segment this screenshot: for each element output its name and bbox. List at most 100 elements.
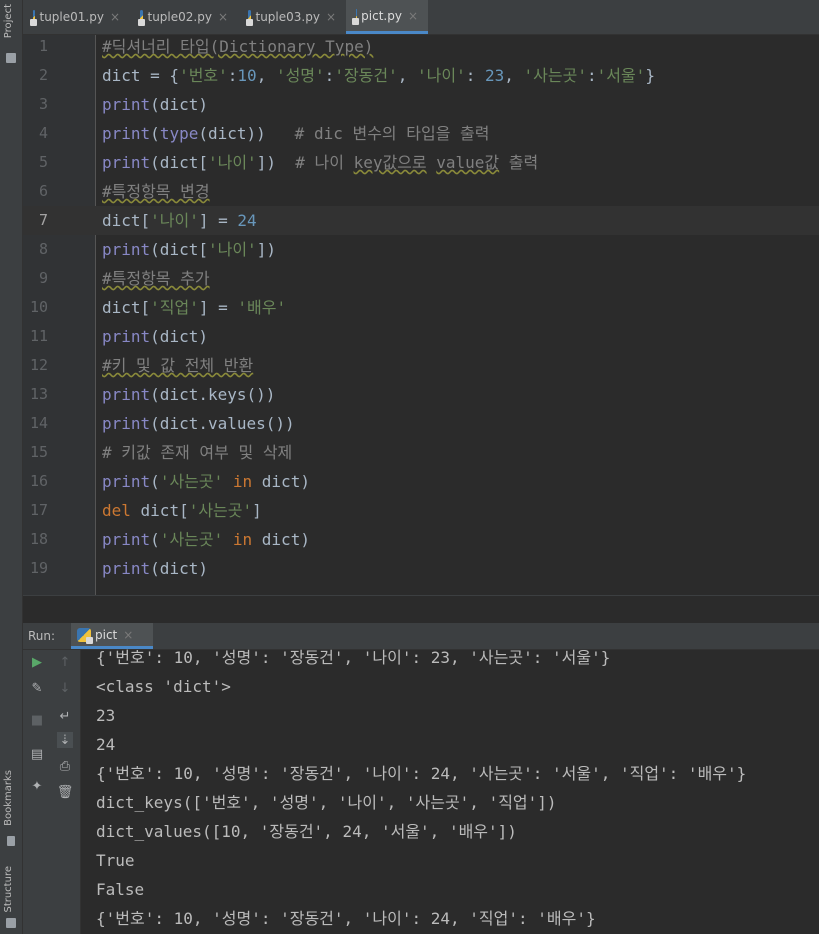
line-number: 17 [29, 501, 48, 519]
output-line: {'번호': 10, '성명': '장동건', '나이': 23, '사는곳':… [96, 648, 611, 667]
scroll-to-end-icon[interactable]: ⇣ [57, 732, 73, 748]
code-line[interactable]: 6 #특정항목 변경 [23, 177, 819, 206]
trash-icon[interactable]: 🗑 [57, 784, 74, 800]
soft-wrap-icon[interactable]: ↵ [57, 708, 73, 724]
stop-icon[interactable]: ■ [29, 712, 45, 728]
line-number: 3 [38, 95, 48, 113]
tab-pict[interactable]: pict.py × [346, 0, 428, 34]
code-text: print(dict) [102, 327, 208, 346]
run-console-output[interactable]: {'번호': 10, '성명': '장동건', '나이': 23, '사는곳':… [81, 648, 819, 934]
editor-run-divider[interactable] [23, 595, 819, 624]
run-label: Run: [28, 629, 56, 643]
output-line: dict_values([10, '장동건', 24, '서울', '배우']) [96, 822, 517, 841]
line-number: 19 [29, 559, 48, 577]
arrow-down-icon[interactable]: ↓ [57, 680, 73, 696]
code-line[interactable]: 19 print(dict) [23, 554, 819, 583]
code-text: print(dict.values()) [102, 414, 295, 433]
code-text: print(dict['나이']) # 나이 key값으로 value값 출력 [102, 153, 539, 172]
tab-tuple01[interactable]: tuple01.py × [23, 0, 130, 34]
code-line[interactable]: 12 #키 및 값 전체 반환 [23, 351, 819, 380]
wrench-icon[interactable]: ✎ [29, 680, 45, 696]
line-number: 4 [38, 124, 48, 142]
code-text: dict['직업'] = '배우' [102, 298, 287, 317]
code-line[interactable]: 4 print(type(dict)) # dic 변수의 타입을 출력 [23, 119, 819, 148]
close-icon[interactable]: × [326, 10, 336, 24]
print-icon[interactable]: ⎙ [57, 758, 73, 774]
code-line[interactable]: 16 print('사는곳' in dict) [23, 467, 819, 496]
folder-icon[interactable] [6, 53, 16, 63]
output-line: dict_keys(['번호', '성명', '나이', '사는곳', '직업'… [96, 793, 557, 812]
code-line[interactable]: 1 #딕셔너리 타입(Dictionary Type) [23, 32, 819, 61]
output-line: 23 [96, 706, 116, 725]
structure-tool-window-button[interactable]: Structure [3, 866, 14, 913]
line-number: 9 [38, 269, 48, 287]
tab-label: tuple02.py [147, 10, 212, 24]
rerun-icon[interactable]: ▶ [29, 654, 45, 670]
tab-tuple02[interactable]: tuple02.py × [130, 0, 238, 34]
code-text: #키 및 값 전체 반환 [102, 356, 254, 375]
code-line[interactable]: 2 dict = {'번호':10, '성명':'장동건', '나이': 23, … [23, 61, 819, 90]
bookmarks-tool-window-button[interactable]: Bookmarks [3, 770, 14, 826]
code-line[interactable]: 13 print(dict.keys()) [23, 380, 819, 409]
code-line[interactable]: 14 print(dict.values()) [23, 409, 819, 438]
output-line: {'번호': 10, '성명': '장동건', '나이': 24, '사는곳':… [96, 764, 747, 783]
line-number: 5 [38, 153, 48, 171]
code-line[interactable]: 3 print(dict) [23, 90, 819, 119]
code-text: print(dict) [102, 95, 208, 114]
code-text: dict = {'번호':10, '성명':'장동건', '나이': 23, '… [102, 66, 655, 85]
code-text: print(dict) [102, 559, 208, 578]
code-line[interactable]: 15 # 키값 존재 여부 및 삭제 [23, 438, 819, 467]
line-number: 8 [38, 240, 48, 258]
pin-icon[interactable]: ✦ [29, 778, 45, 794]
code-text: print(dict.keys()) [102, 385, 276, 404]
output-line: False [96, 880, 145, 899]
code-line[interactable]: 10 dict['직업'] = '배우' [23, 293, 819, 322]
output-line: <class 'dict'> [96, 677, 231, 696]
python-icon [77, 627, 93, 644]
structure-icon[interactable] [6, 918, 16, 928]
close-icon[interactable]: × [408, 9, 418, 23]
close-icon[interactable]: × [123, 628, 133, 642]
line-number: 15 [29, 443, 48, 461]
output-line: True [96, 851, 135, 870]
tab-label: tuple03.py [255, 10, 320, 24]
code-line[interactable]: 17 del dict['사는곳'] [23, 496, 819, 525]
code-text: #특정항목 추가 [102, 269, 210, 288]
line-number: 1 [38, 37, 48, 55]
output-line: {'번호': 10, '성명': '장동건', '나이': 24, '직업': … [96, 909, 596, 928]
code-line[interactable]: 11 print(dict) [23, 322, 819, 351]
close-icon[interactable]: × [110, 10, 120, 24]
python-file-icon [351, 8, 360, 25]
project-tool-window-button[interactable]: Project [3, 4, 14, 38]
tab-label: pict.py [361, 8, 402, 23]
python-file-icon [246, 10, 255, 26]
code-line-current[interactable]: 7 dict['나이'] = 24 [23, 206, 819, 235]
line-number: 10 [29, 298, 48, 316]
line-number: 2 [38, 66, 48, 84]
tab-tuple03[interactable]: tuple03.py × [238, 0, 346, 34]
python-file-icon [29, 10, 39, 26]
line-number: 14 [29, 414, 48, 432]
code-text: # 키값 존재 여부 및 삭제 [102, 443, 293, 462]
line-number: 13 [29, 385, 48, 403]
code-line[interactable]: 8 print(dict['나이']) [23, 235, 819, 264]
bookmark-icon[interactable] [7, 836, 15, 846]
editor-tab-bar: tuple01.py × tuple02.py × tuple03.py × p… [23, 0, 819, 35]
code-line[interactable]: 18 print('사는곳' in dict) [23, 525, 819, 554]
code-text: dict['나이'] = 24 [102, 211, 257, 230]
tab-label: tuple01.py [39, 10, 104, 24]
layout-icon[interactable]: ▤ [29, 746, 45, 762]
close-icon[interactable]: × [218, 10, 228, 24]
code-line[interactable]: 5 print(dict['나이']) # 나이 key값으로 value값 출력 [23, 148, 819, 177]
code-text: print(type(dict)) # dic 변수의 타입을 출력 [102, 124, 490, 143]
line-number: 11 [29, 327, 48, 345]
line-number: 7 [38, 211, 48, 229]
code-line[interactable]: 9 #특정항목 추가 [23, 264, 819, 293]
code-text: print('사는곳' in dict) [102, 530, 310, 549]
run-tab-label: pict [95, 627, 118, 642]
arrow-up-icon[interactable]: ↑ [57, 654, 73, 670]
code-text: del dict['사는곳'] [102, 501, 262, 520]
code-text: print(dict['나이']) [102, 240, 276, 259]
line-number: 12 [29, 356, 48, 374]
code-editor[interactable]: 1 #딕셔너리 타입(Dictionary Type) 2 dict = {'번호'… [23, 35, 819, 595]
